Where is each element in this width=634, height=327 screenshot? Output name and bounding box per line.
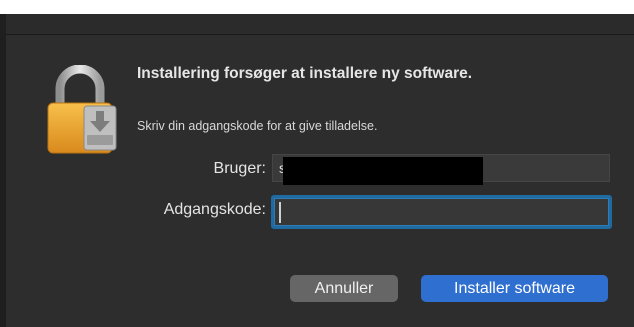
cancel-button[interactable]: Annuller xyxy=(290,275,398,302)
window-titlebar xyxy=(6,14,634,35)
installer-disk-icon xyxy=(83,105,117,151)
authentication-dialog: Installering forsøger at installere ny s… xyxy=(6,35,634,327)
install-software-button[interactable]: Installer software xyxy=(421,275,608,302)
redaction-bar xyxy=(283,157,483,185)
password-label: Adgangskode: xyxy=(163,201,266,218)
password-input[interactable] xyxy=(274,198,609,226)
user-label: Bruger: xyxy=(213,160,266,177)
top-strip xyxy=(0,0,634,14)
text-caret xyxy=(279,202,281,223)
dialog-message: Skriv din adgangskode for at give tillad… xyxy=(137,119,378,133)
dialog-title: Installering forsøger at installere ny s… xyxy=(137,65,473,82)
password-field-container[interactable] xyxy=(271,195,612,229)
